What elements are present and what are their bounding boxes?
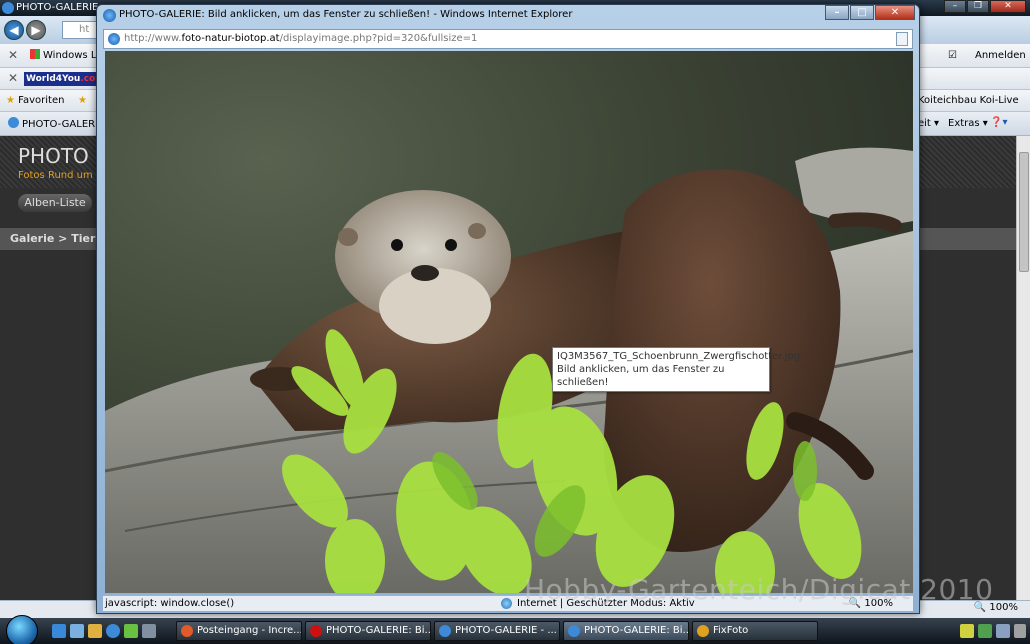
opera-icon	[310, 625, 322, 637]
ie-quicklaunch-icon[interactable]	[106, 624, 120, 638]
tray-icon-4[interactable]	[1014, 624, 1026, 638]
popup-window-controls: – □ ✕	[825, 5, 915, 20]
switch-windows-icon[interactable]	[70, 624, 84, 638]
otter-photo[interactable]	[105, 51, 913, 593]
volume-icon[interactable]	[996, 624, 1010, 638]
explorer-icon[interactable]	[88, 624, 102, 638]
status-text: javascript: window.close()	[105, 598, 235, 609]
background-window-title: PHOTO-GALERIE -	[16, 2, 106, 13]
mail-icon	[181, 625, 193, 637]
back-arrow-icon[interactable]: ◀	[4, 20, 24, 40]
address-text: ht	[79, 24, 90, 35]
image-tooltip: IQ3M3567_TG_Schoenbrunn_Zwergfischotter.…	[552, 347, 801, 392]
watermark-text: Hobby-Gartenteich/Digicat 2010	[524, 573, 994, 606]
anmelden-link[interactable]: Anmelden	[975, 49, 1026, 63]
ie-icon	[439, 625, 451, 637]
taskbar-button-photo-galerie-2[interactable]: PHOTO-GALERIE - ...	[434, 621, 560, 641]
close-toolbar-icon[interactable]: ✕	[8, 71, 18, 85]
taskbar-button-fixfoto[interactable]: FixFoto	[692, 621, 818, 641]
minimize-icon[interactable]: –	[825, 5, 849, 20]
seite-menu[interactable]: eit ▾	[918, 117, 939, 131]
popup-address-bar[interactable]: http://www.foto-natur-biotop.at/displayi…	[103, 29, 913, 49]
otter-photo-illustration	[105, 147, 913, 593]
more-quicklaunch-icon[interactable]	[142, 624, 156, 638]
checkbox-icon[interactable]: ☑	[948, 49, 957, 63]
ie-icon	[103, 9, 116, 22]
taskbar: Posteingang - Incre... PHOTO-GALERIE: Bi…	[0, 615, 1030, 644]
globe-icon	[501, 598, 512, 609]
popup-window[interactable]: PHOTO-GALERIE: Bild anklicken, um das Fe…	[96, 4, 920, 614]
extras-menu[interactable]: Extras ▾	[948, 117, 988, 131]
popup-window-title: PHOTO-GALERIE: Bild anklicken, um das Fe…	[119, 9, 573, 20]
minimize-icon[interactable]: –	[944, 0, 966, 13]
scrollbar-thumb[interactable]	[1019, 152, 1029, 272]
favorites-button[interactable]: ★ Favoriten	[6, 94, 64, 108]
page-icon[interactable]	[896, 32, 908, 46]
taskbar-button-photo-galerie-3[interactable]: PHOTO-GALERIE: Bi...	[563, 621, 689, 641]
close-icon[interactable]: ✕	[990, 0, 1026, 13]
add-favorite-icon[interactable]: ★	[78, 94, 87, 108]
ie-icon	[568, 625, 580, 637]
tab-photo-galerie[interactable]: PHOTO-GALERIE	[8, 117, 104, 132]
windows-live-link[interactable]: Windows Li	[30, 49, 99, 63]
favorites-links[interactable]: Koiteichbau Koi-Live	[918, 94, 1019, 108]
forward-arrow-icon[interactable]: ▶	[26, 20, 46, 40]
taskbar-button-photo-galerie-1[interactable]: PHOTO-GALERIE: Bi...	[305, 621, 431, 641]
restore-icon[interactable]: ❐	[967, 0, 989, 13]
close-icon[interactable]: ✕	[875, 5, 915, 20]
tooltip-hint: Bild anklicken, um das Fenster zu schlie…	[557, 364, 725, 388]
tray-icon-1[interactable]	[960, 624, 974, 638]
show-desktop-icon[interactable]	[52, 624, 66, 638]
taskbar-button-posteingang[interactable]: Posteingang - Incre...	[176, 621, 302, 641]
network-icon[interactable]	[978, 624, 992, 638]
ie-icon	[8, 117, 19, 128]
world4you-logo[interactable]: World4You.com	[24, 72, 105, 86]
fixfoto-icon	[697, 625, 709, 637]
ie-icon	[2, 2, 14, 14]
ie-page-icon	[108, 33, 120, 45]
tooltip-filename: IQ3M3567_TG_Schoenbrunn_Zwergfischotter.…	[557, 351, 801, 362]
star-icon: ★	[6, 95, 15, 106]
close-toolbar-icon[interactable]: ✕	[8, 48, 18, 62]
windows-flag-icon	[30, 49, 40, 59]
start-button[interactable]	[6, 615, 38, 644]
gallery-subtitle: Fotos Rund um	[18, 170, 93, 181]
quicklaunch-icon[interactable]	[124, 624, 138, 638]
gallery-title: PHOTO -	[18, 144, 103, 168]
alben-liste-button[interactable]: Alben-Liste	[18, 194, 92, 212]
help-icon[interactable]: ❓▾	[990, 116, 1007, 130]
maximize-icon[interactable]: □	[850, 5, 874, 20]
page-scrollbar[interactable]	[1016, 136, 1030, 618]
background-window-controls: – ❐ ✕	[944, 0, 1026, 13]
